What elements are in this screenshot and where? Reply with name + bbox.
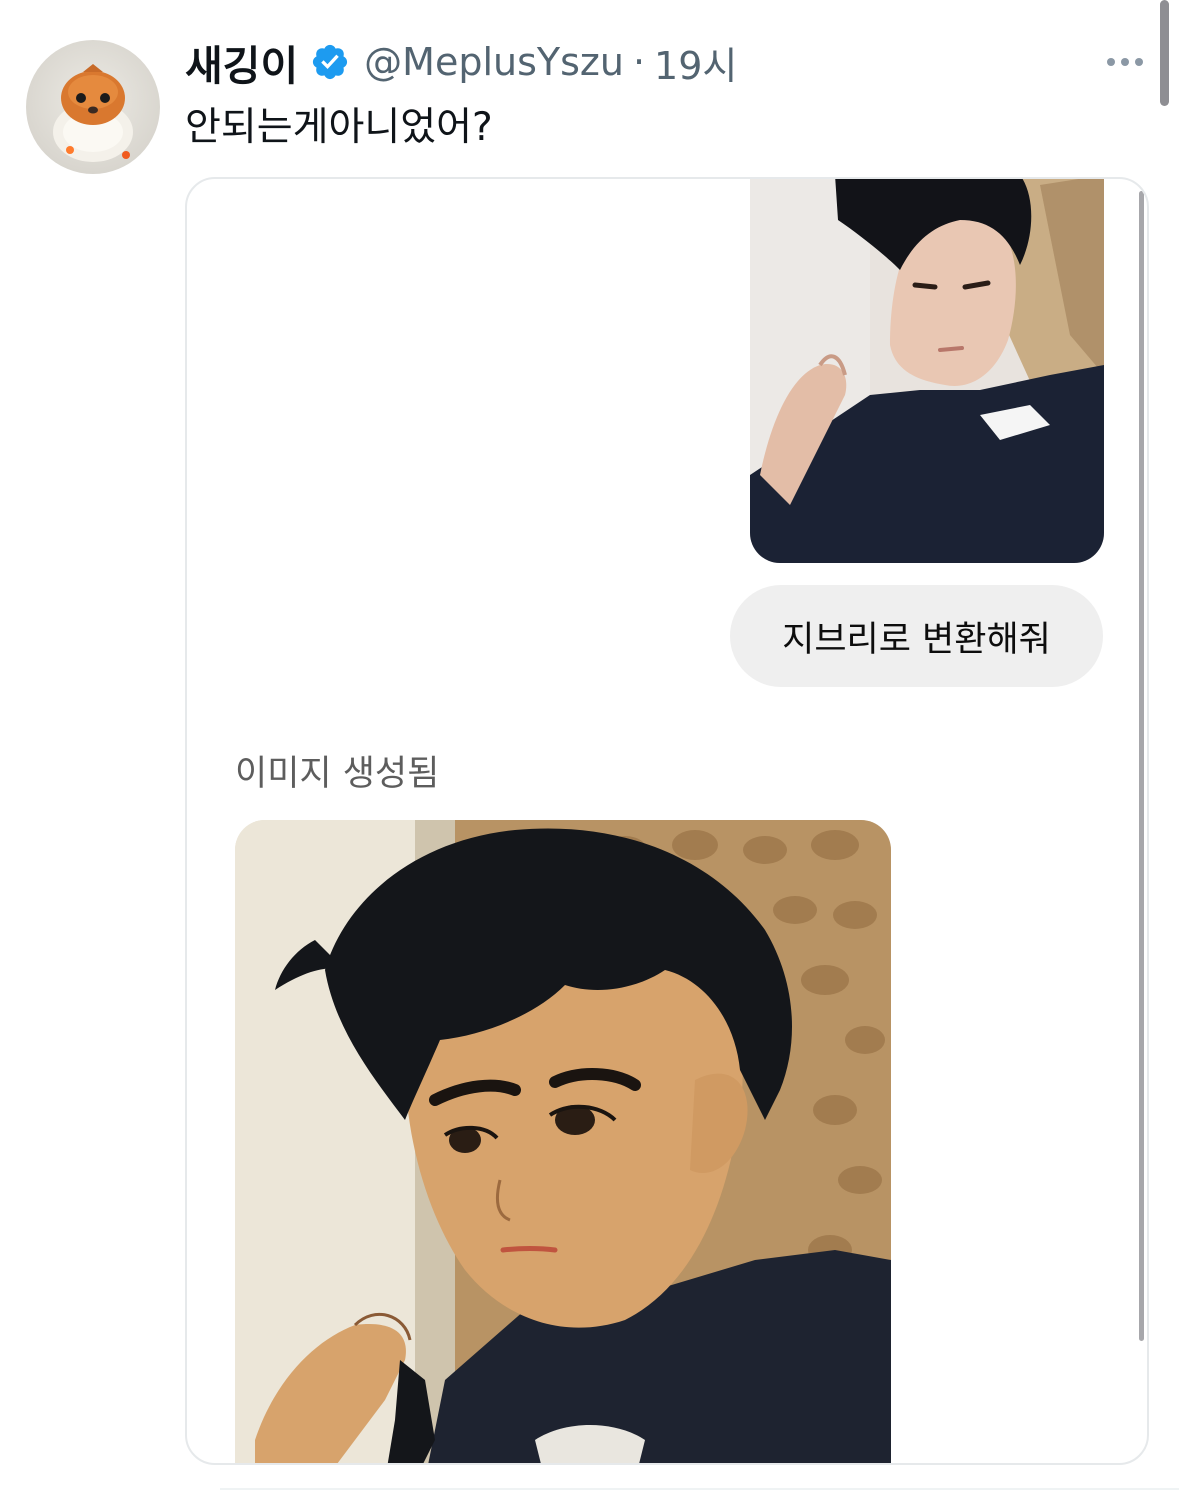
dot: [1121, 58, 1129, 66]
avatar-image: [53, 64, 133, 162]
tweet-text: 안되는게아니었어?: [185, 105, 493, 150]
generated-image[interactable]: [235, 820, 891, 1463]
uploaded-photo[interactable]: [750, 179, 1104, 563]
dot: [1135, 58, 1143, 66]
page-scrollbar[interactable]: [1160, 0, 1169, 106]
tweet-divider: [220, 1488, 1179, 1490]
timestamp[interactable]: 19시: [654, 35, 737, 90]
tweet-header: 새깅이 @MeplusYszu · 19시: [185, 32, 737, 92]
media-scrollbar[interactable]: [1139, 191, 1144, 1341]
dot: [1107, 58, 1115, 66]
display-name[interactable]: 새깅이: [185, 32, 298, 92]
more-dots-icon[interactable]: [1100, 45, 1150, 79]
verified-badge-icon: [313, 44, 348, 80]
avatar[interactable]: [26, 40, 160, 174]
uploaded-photo-image: [750, 179, 1104, 563]
image-generated-label: 이미지 생성됨: [235, 754, 440, 794]
handle[interactable]: @MeplusYszu: [364, 40, 624, 84]
separator-dot: ·: [632, 40, 646, 84]
user-message-bubble[interactable]: 지브리로 변환해줘: [730, 585, 1103, 687]
tweet-media[interactable]: 지브리로 변환해줘 이미지 생성됨: [185, 177, 1149, 1465]
generated-image-illustration: [235, 820, 891, 1463]
